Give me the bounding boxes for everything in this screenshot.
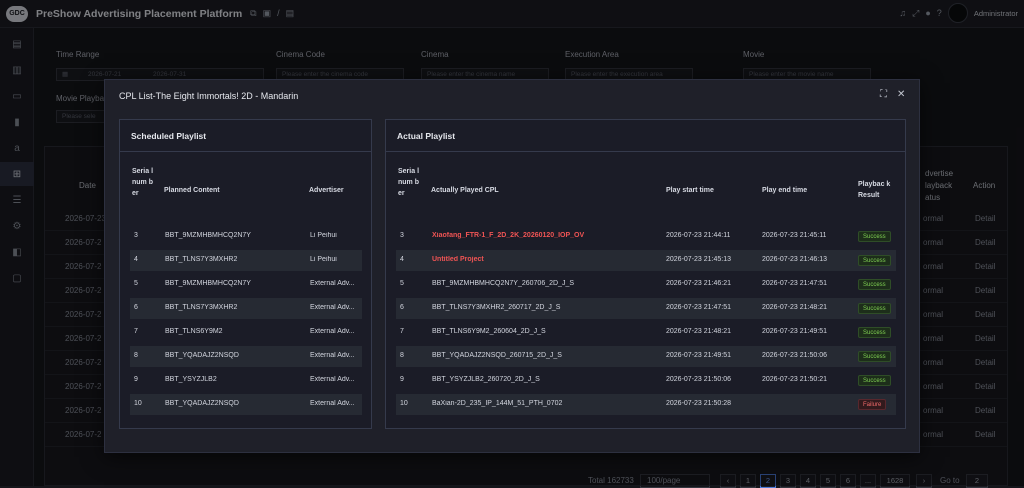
- table-row: 5 BBT_9MZMHBMHCQ2N7Y_260706_2D_J_S 2026-…: [396, 274, 896, 295]
- status-badge: Success: [858, 375, 891, 386]
- cpl-cell: BBT_TLNS7Y3MXHR2_260717_2D_J_S: [432, 304, 561, 311]
- serial-cell: 3: [134, 232, 138, 239]
- advertiser-header: Advertiser: [309, 187, 344, 194]
- serial-cell: 6: [400, 304, 404, 311]
- serial-cell: 5: [400, 280, 404, 287]
- play-start-header: Play start time: [666, 187, 714, 194]
- actual-playlist-title: Actual Playlist: [397, 131, 456, 141]
- end-time-cell: 2026-07-23 21:47:51: [762, 280, 827, 287]
- planned-cell: BBT_TLNS7Y3MXHR2: [165, 256, 238, 263]
- advertiser-cell: External Adv...: [310, 376, 355, 383]
- table-row: 9 BBT_YSYZJLB2_260720_2D_J_S 2026-07-23 …: [396, 370, 896, 391]
- status-badge: Success: [858, 279, 891, 290]
- end-time-cell: 2026-07-23 21:49:51: [762, 328, 827, 335]
- start-time-cell: 2026-07-23 21:50:28: [666, 400, 731, 407]
- panel-divider: [386, 151, 905, 152]
- table-row: 6 BBT_TLNS7Y3MXHR2_260717_2D_J_S 2026-07…: [396, 298, 896, 319]
- playback-result-header: Playbac k Result: [858, 181, 891, 199]
- played-cpl-header: Actually Played CPL: [431, 187, 499, 194]
- serial-cell: 9: [134, 376, 138, 383]
- start-time-cell: 2026-07-23 21:44:11: [666, 232, 731, 239]
- cpl-cell: BBT_TLNS6Y9M2_260604_2D_J_S: [432, 328, 546, 335]
- cpl-list-dialog: CPL List-The Eight Immortals! 2D - Manda…: [104, 79, 920, 453]
- serial-cell: 10: [134, 400, 142, 407]
- table-row: 8 BBT_YQADAJZ2NSQD External Adv...: [130, 346, 362, 367]
- planned-cell: BBT_YQADAJZ2NSQD: [165, 352, 239, 359]
- planned-cell: BBT_9MZMHBMHCQ2N7Y: [165, 280, 251, 287]
- status-badge: Success: [858, 327, 891, 338]
- play-end-header: Play end time: [762, 187, 808, 194]
- planned-cell: BBT_TLNS7Y3MXHR2: [165, 304, 238, 311]
- serial-cell: 6: [134, 304, 138, 311]
- planned-cell: BBT_TLNS6Y9M2: [165, 328, 223, 335]
- dialog-title: CPL List-The Eight Immortals! 2D - Manda…: [119, 91, 299, 101]
- advertiser-cell: External Adv...: [310, 328, 355, 335]
- end-time-cell: 2026-07-23 21:50:21: [762, 376, 827, 383]
- cpl-cell: BaXian-2D_235_IP_144M_51_PTH_0702: [432, 400, 563, 407]
- table-row: 4 BBT_TLNS7Y3MXHR2 Li Peihui: [130, 250, 362, 271]
- planned-content-header: Planned Content: [164, 187, 220, 194]
- table-row: 9 BBT_YSYZJLB2 External Adv...: [130, 370, 362, 391]
- table-row: 7 BBT_TLNS6Y9M2_260604_2D_J_S 2026-07-23…: [396, 322, 896, 343]
- advertiser-cell: External Adv...: [310, 400, 355, 407]
- serial-cell: 8: [400, 352, 404, 359]
- serial-cell: 4: [134, 256, 138, 263]
- serial-cell: 10: [400, 400, 408, 407]
- serial-cell: 9: [400, 376, 404, 383]
- cpl-cell: Xiaofang_FTR-1_F_2D_2K_20260120_IOP_OV: [432, 232, 585, 239]
- status-badge: Success: [858, 231, 891, 242]
- end-time-cell: 2026-07-23 21:46:13: [762, 256, 827, 263]
- serial-header: Seria l num ber: [132, 168, 154, 197]
- planned-cell: BBT_YQADAJZ2NSQD: [165, 400, 239, 407]
- table-row: 3 Xiaofang_FTR-1_F_2D_2K_20260120_IOP_OV…: [396, 226, 896, 247]
- maximize-icon[interactable]: ⛶: [880, 89, 887, 100]
- table-row: 3 BBT_9MZMHBMHCQ2N7Y Li Peihui: [130, 226, 362, 247]
- scheduled-playlist-panel: Scheduled Playlist Seria l num ber Plann…: [119, 119, 372, 429]
- planned-cell: BBT_9MZMHBMHCQ2N7Y: [165, 232, 251, 239]
- table-row: 4 Untitled Project 2026-07-23 21:45:13 2…: [396, 250, 896, 271]
- scheduled-playlist-title: Scheduled Playlist: [131, 131, 207, 141]
- serial-header: Seria l num ber: [398, 168, 420, 197]
- start-time-cell: 2026-07-23 21:49:51: [666, 352, 731, 359]
- table-row: 8 BBT_YQADAJZ2NSQD_260715_2D_J_S 2026-07…: [396, 346, 896, 367]
- serial-cell: 4: [400, 256, 404, 263]
- table-row: 5 BBT_9MZMHBMHCQ2N7Y External Adv...: [130, 274, 362, 295]
- status-badge: Failure: [858, 399, 887, 410]
- end-time-cell: 2026-07-23 21:45:11: [762, 232, 827, 239]
- serial-cell: 8: [134, 352, 138, 359]
- serial-cell: 7: [400, 328, 404, 335]
- status-badge: Success: [858, 255, 891, 266]
- advertiser-cell: External Adv...: [310, 304, 355, 311]
- status-badge: Success: [858, 351, 891, 362]
- serial-cell: 5: [134, 280, 138, 287]
- start-time-cell: 2026-07-23 21:48:21: [666, 328, 731, 335]
- advertiser-cell: Li Peihui: [310, 256, 337, 263]
- actual-playlist-panel: Actual Playlist Seria l num ber Actually…: [385, 119, 906, 429]
- serial-cell: 3: [400, 232, 404, 239]
- start-time-cell: 2026-07-23 21:47:51: [666, 304, 731, 311]
- cpl-cell: BBT_9MZMHBMHCQ2N7Y_260706_2D_J_S: [432, 280, 575, 287]
- cpl-cell: BBT_YQADAJZ2NSQD_260715_2D_J_S: [432, 352, 562, 359]
- cpl-cell: Untitled Project: [432, 256, 484, 263]
- end-time-cell: 2026-07-23 21:50:06: [762, 352, 827, 359]
- planned-cell: BBT_YSYZJLB2: [165, 376, 217, 383]
- panel-divider: [120, 151, 371, 152]
- cpl-cell: BBT_YSYZJLB2_260720_2D_J_S: [432, 376, 540, 383]
- table-row: 7 BBT_TLNS6Y9M2 External Adv...: [130, 322, 362, 343]
- table-row: 10 BBT_YQADAJZ2NSQD External Adv...: [130, 394, 362, 415]
- close-icon[interactable]: ✕: [897, 89, 905, 100]
- advertiser-cell: External Adv...: [310, 280, 355, 287]
- serial-cell: 7: [134, 328, 138, 335]
- start-time-cell: 2026-07-23 21:46:21: [666, 280, 731, 287]
- start-time-cell: 2026-07-23 21:45:13: [666, 256, 731, 263]
- status-badge: Success: [858, 303, 891, 314]
- start-time-cell: 2026-07-23 21:50:06: [666, 376, 731, 383]
- advertiser-cell: Li Peihui: [310, 232, 337, 239]
- table-row: 10 BaXian-2D_235_IP_144M_51_PTH_0702 202…: [396, 394, 896, 415]
- end-time-cell: 2026-07-23 21:48:21: [762, 304, 827, 311]
- table-row: 6 BBT_TLNS7Y3MXHR2 External Adv...: [130, 298, 362, 319]
- advertiser-cell: External Adv...: [310, 352, 355, 359]
